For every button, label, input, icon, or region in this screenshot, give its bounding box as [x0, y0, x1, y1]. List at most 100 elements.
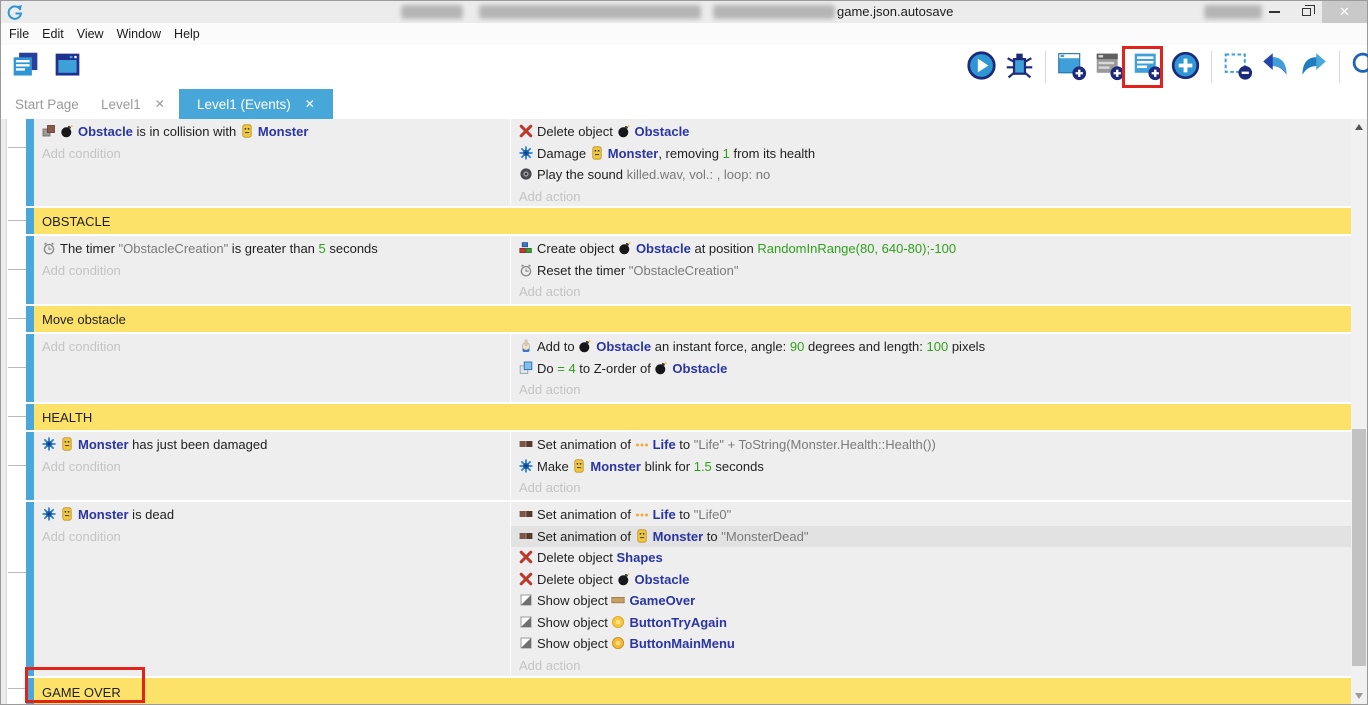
text-segment: to: [703, 529, 721, 544]
event-handle-tick: [8, 465, 26, 466]
action-row[interactable]: Set animation of Monster to "MonsterDead…: [511, 526, 1351, 548]
tab-label: Level1 (Events): [197, 97, 291, 112]
group-header-move-obstacle[interactable]: Move obstacle: [26, 306, 1351, 332]
collision-icon: [42, 123, 56, 137]
menu-window[interactable]: Window: [117, 27, 161, 41]
action-row[interactable]: Make Monster blink for 1.5 seconds: [511, 456, 1351, 478]
search-button[interactable]: [1349, 50, 1368, 83]
condition-row[interactable]: Obstacle is in collision with Monster: [34, 121, 510, 143]
tab-level1[interactable]: Level1✕: [97, 89, 169, 119]
action-row[interactable]: Set animation of Life to "Life0": [511, 504, 1351, 526]
play-icon: [966, 50, 997, 84]
tab-close-icon[interactable]: ✕: [305, 97, 315, 111]
add-external-events-button[interactable]: [1093, 50, 1126, 83]
event-handle-tick: [8, 220, 26, 221]
scroll-down-arrow-icon[interactable]: [1355, 693, 1363, 699]
add-condition-placeholder[interactable]: Add condition: [34, 143, 510, 165]
group-header-health[interactable]: HEALTH: [26, 404, 1351, 430]
text-segment: RandomInRange(80, 640-80);-100: [757, 241, 956, 256]
scene-editor-button[interactable]: [51, 50, 84, 83]
action-row[interactable]: Show object ButtonTryAgain: [511, 612, 1351, 634]
action-row[interactable]: Delete object Obstacle: [511, 121, 1351, 143]
action-row[interactable]: Delete object Shapes: [511, 547, 1351, 569]
minimize-button[interactable]: [1258, 1, 1290, 23]
event-block[interactable]: Add conditionAdd to Obstacle an instant …: [26, 334, 1351, 402]
restore-button[interactable]: [1290, 1, 1322, 23]
text-segment: , removing: [658, 146, 722, 161]
event-block[interactable]: Monster is deadAdd conditionSet animatio…: [26, 502, 1351, 676]
add-action-placeholder[interactable]: Add action: [511, 477, 1351, 499]
add-scene-button[interactable]: [1055, 50, 1088, 83]
vertical-scrollbar[interactable]: [1351, 119, 1367, 704]
object-name: Monster: [653, 529, 704, 544]
text-segment: Add to: [537, 339, 578, 354]
tab-level1-events[interactable]: Level1 (Events) ✕: [179, 89, 333, 119]
action-row[interactable]: Create object Obstacle at position Rando…: [511, 238, 1351, 260]
text-segment: "Life0": [694, 507, 731, 522]
monster-icon: [240, 123, 254, 137]
tab-start-page[interactable]: Start Page: [11, 89, 83, 119]
project-manager-button[interactable]: [9, 50, 42, 83]
play-button[interactable]: [965, 50, 998, 83]
event-block[interactable]: Obstacle is in collision with MonsterAdd…: [26, 119, 1351, 206]
text-segment: has just been damaged: [129, 437, 268, 452]
monster-icon: [572, 458, 586, 472]
action-row[interactable]: Delete object Obstacle: [511, 569, 1351, 591]
add-event-button[interactable]: [1131, 50, 1164, 83]
action-row[interactable]: Damage Monster, removing 1 from its heal…: [511, 143, 1351, 165]
text-segment: "Life" + ToString(Monster.Health::Health…: [694, 437, 936, 452]
menu-help[interactable]: Help: [174, 27, 200, 41]
text-segment: degrees and length:: [804, 339, 926, 354]
action-row[interactable]: Show object ButtonMainMenu: [511, 633, 1351, 655]
add-action-placeholder[interactable]: Add action: [511, 281, 1351, 303]
remove-event-button[interactable]: [1221, 50, 1254, 83]
toolbar-separator: [1045, 51, 1046, 83]
undo-button[interactable]: [1259, 50, 1292, 83]
menu-file[interactable]: File: [9, 27, 29, 41]
text-segment: to: [676, 437, 694, 452]
menu-edit[interactable]: Edit: [42, 27, 64, 41]
add-condition-placeholder[interactable]: Add condition: [34, 260, 510, 282]
object-name: Monster: [78, 437, 129, 452]
condition-row[interactable]: The timer "ObstacleCreation" is greater …: [34, 238, 510, 260]
action-row[interactable]: Show object GameOver: [511, 590, 1351, 612]
zorder-icon: [519, 360, 533, 374]
add-sub-event-button[interactable]: [1169, 50, 1202, 83]
timer-icon: [519, 262, 533, 276]
action-row[interactable]: Play the sound killed.wav, vol.: , loop:…: [511, 164, 1351, 186]
condition-row[interactable]: Monster has just been damaged: [34, 434, 510, 456]
action-row[interactable]: Reset the timer "ObstacleCreation": [511, 260, 1351, 282]
add-condition-placeholder[interactable]: Add condition: [34, 456, 510, 478]
create-icon: [519, 240, 533, 254]
group-header-obstacle[interactable]: OBSTACLE: [26, 208, 1351, 234]
action-row[interactable]: Set animation of Life to "Life" + ToStri…: [511, 434, 1351, 456]
add-action-placeholder[interactable]: Add action: [511, 186, 1351, 207]
monster-icon: [60, 506, 74, 520]
add-condition-placeholder[interactable]: Add condition: [34, 336, 510, 358]
text-segment: Create object: [537, 241, 618, 256]
tab-label: Start Page: [15, 97, 79, 112]
group-header-game-over[interactable]: GAME OVER: [26, 678, 1351, 704]
scroll-up-arrow-icon[interactable]: [1355, 124, 1363, 130]
actions-column: Set animation of Life to "Life0"Set anim…: [510, 502, 1351, 676]
add-condition-placeholder[interactable]: Add condition: [34, 526, 510, 548]
condition-row[interactable]: Monster is dead: [34, 504, 510, 526]
menu-view[interactable]: View: [77, 27, 104, 41]
debug-button[interactable]: [1003, 50, 1036, 83]
text-segment: Delete object: [537, 572, 617, 587]
close-button[interactable]: ✕: [1322, 1, 1367, 23]
redo-button[interactable]: [1297, 50, 1330, 83]
text-segment: Set animation of: [537, 529, 635, 544]
sound-icon: [519, 166, 533, 180]
button-icon: [611, 614, 625, 628]
event-block[interactable]: The timer "ObstacleCreation" is greater …: [26, 236, 1351, 304]
tab-close-icon[interactable]: ✕: [155, 97, 165, 111]
add-action-placeholder[interactable]: Add action: [511, 655, 1351, 677]
group-header-label: HEALTH: [42, 410, 92, 425]
window-controls: ✕: [1258, 1, 1367, 23]
action-row[interactable]: Add to Obstacle an instant force, angle:…: [511, 336, 1351, 358]
event-block[interactable]: Monster has just been damagedAdd conditi…: [26, 432, 1351, 500]
add-action-placeholder[interactable]: Add action: [511, 379, 1351, 401]
scrollbar-thumb[interactable]: [1352, 429, 1366, 666]
action-row[interactable]: Do = 4 to Z-order of Obstacle: [511, 358, 1351, 380]
